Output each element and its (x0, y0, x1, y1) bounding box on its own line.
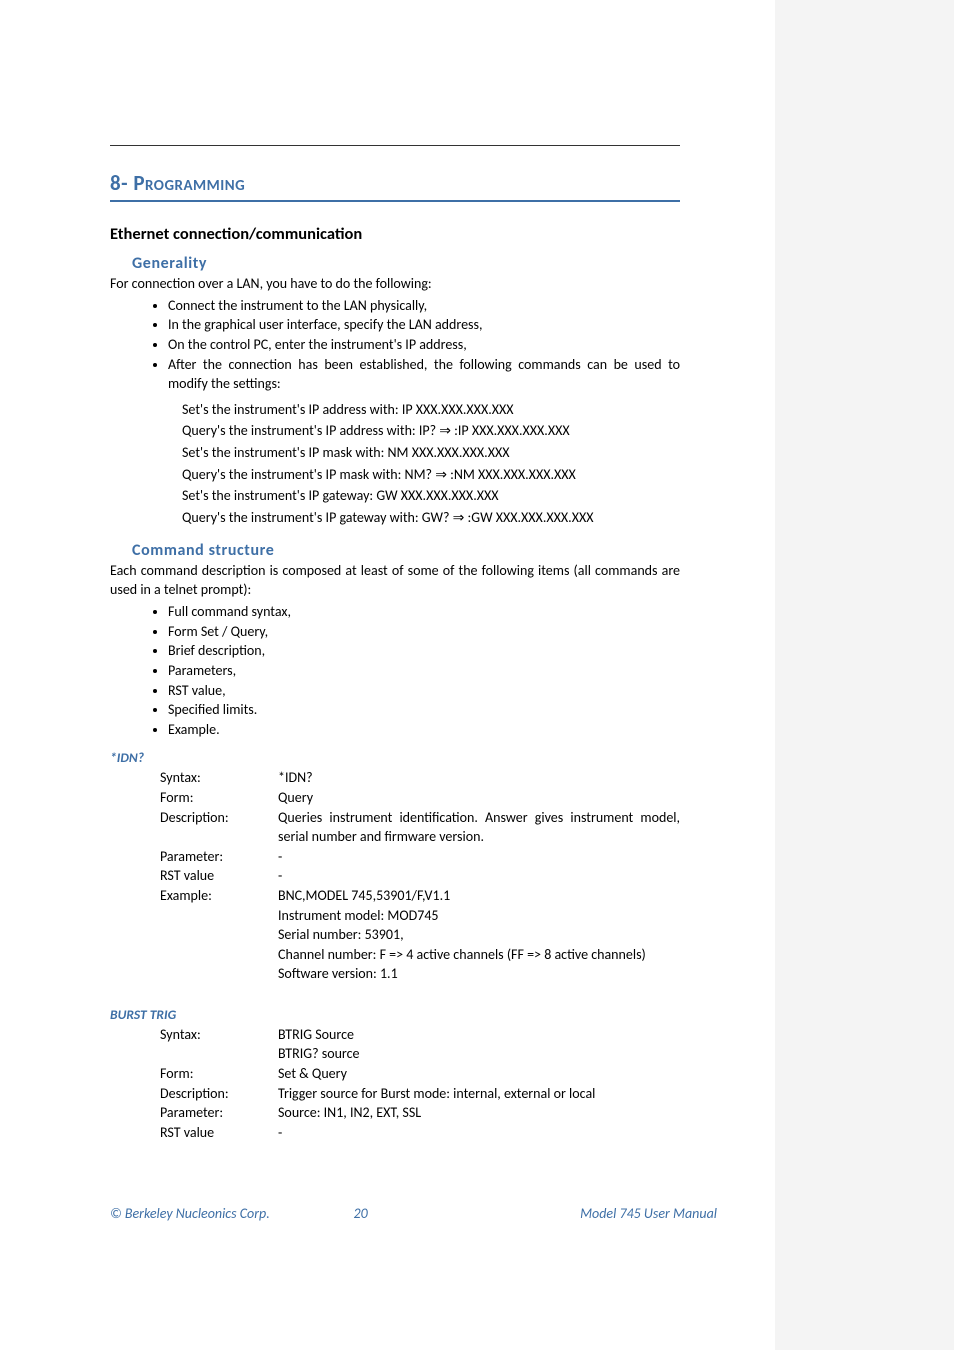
field-label: Syntax: (160, 768, 278, 788)
cmd-idn-table: Syntax: *IDN? Form: Query Description: Q… (160, 768, 680, 984)
chapter-number: 8- (110, 170, 128, 196)
right-margin-shade (775, 0, 954, 1350)
syntax-line: BTRIG? source (278, 1044, 680, 1064)
list-item: Connect the instrument to the LAN physic… (168, 296, 680, 316)
list-item: RST value, (168, 681, 680, 701)
field-value: - (278, 1123, 680, 1143)
list-item: Brief description, (168, 641, 680, 661)
list-item: Full command syntax, (168, 602, 680, 622)
field-value: - (278, 866, 680, 886)
field-label: Example: (160, 886, 278, 984)
chapter-title: Programming (133, 170, 245, 196)
chapter-underline (110, 200, 680, 202)
list-item: In the graphical user interface, specify… (168, 315, 680, 335)
footer-right: Model 745 User Manual (474, 1205, 718, 1222)
cmd-burst-name: BURST TRIG (110, 1006, 680, 1023)
field-label: Description: (160, 808, 278, 847)
footer-left: © Berkeley Nucleonics Corp. (110, 1205, 354, 1222)
page-footer: © Berkeley Nucleonics Corp. 20 Model 745… (110, 1205, 717, 1222)
field-value: Trigger source for Burst mode: internal,… (278, 1084, 680, 1104)
field-value: Queries instrument identification. Answe… (278, 808, 680, 847)
top-divider (110, 145, 680, 146)
list-item: Specified limits. (168, 700, 680, 720)
generality-heading: Generality (132, 254, 680, 273)
cmdstruct-list: Full command syntax, Form Set / Query, B… (134, 602, 680, 739)
list-item: After the connection has been establishe… (168, 355, 680, 394)
cmd-burst-table: Syntax: BTRIG Source BTRIG? source Form:… (160, 1025, 680, 1143)
generality-settings: Set's the instrument's IP address with: … (182, 400, 680, 528)
field-value: Source: IN1, IN2, EXT, SSL (278, 1103, 680, 1123)
list-item: Parameters, (168, 661, 680, 681)
field-value: BNC,MODEL 745,53901/F,V1.1 Instrument mo… (278, 886, 680, 984)
page-content: 8- Programming Ethernet connection/commu… (0, 0, 775, 1350)
example-line: Serial number: 53901, (278, 925, 680, 945)
example-line: BNC,MODEL 745,53901/F,V1.1 (278, 886, 680, 906)
cmdstruct-intro: Each command description is composed at … (110, 562, 680, 600)
setting-line: Set's the instrument's IP gateway: GW XX… (182, 486, 680, 506)
setting-line: Query's the instrument's IP address with… (182, 421, 680, 441)
field-value: BTRIG Source BTRIG? source (278, 1025, 680, 1064)
setting-line: Query's the instrument's IP mask with: N… (182, 465, 680, 485)
example-line: Channel number: F => 4 active channels (… (278, 945, 680, 965)
field-label: Parameter: (160, 847, 278, 867)
generality-intro: For connection over a LAN, you have to d… (110, 275, 680, 294)
field-label: Form: (160, 1064, 278, 1084)
setting-line: Set's the instrument's IP address with: … (182, 400, 680, 420)
generality-list: Connect the instrument to the LAN physic… (134, 296, 680, 394)
field-value: Query (278, 788, 680, 808)
setting-line: Set's the instrument's IP mask with: NM … (182, 443, 680, 463)
field-label: RST value (160, 1123, 278, 1143)
footer-page-number: 20 (354, 1205, 474, 1222)
example-line: Instrument model: MOD745 (278, 906, 680, 926)
chapter-heading: 8- Programming (110, 170, 680, 196)
cmd-idn-name: *IDN? (110, 749, 680, 766)
list-item: Example. (168, 720, 680, 740)
setting-line: Query's the instrument's IP gateway with… (182, 508, 680, 528)
syntax-line: BTRIG Source (278, 1025, 680, 1045)
field-label: Parameter: (160, 1103, 278, 1123)
example-line: Software version: 1.1 (278, 964, 680, 984)
cmdstruct-heading: Command structure (132, 541, 680, 560)
field-value: *IDN? (278, 768, 680, 788)
field-label: Form: (160, 788, 278, 808)
field-value: - (278, 847, 680, 867)
field-label: Syntax: (160, 1025, 278, 1064)
field-label: Description: (160, 1084, 278, 1104)
list-item: On the control PC, enter the instrument'… (168, 335, 680, 355)
field-label: RST value (160, 866, 278, 886)
list-item: Form Set / Query, (168, 622, 680, 642)
field-value: Set & Query (278, 1064, 680, 1084)
section-ethernet-heading: Ethernet connection/communication (110, 224, 680, 244)
